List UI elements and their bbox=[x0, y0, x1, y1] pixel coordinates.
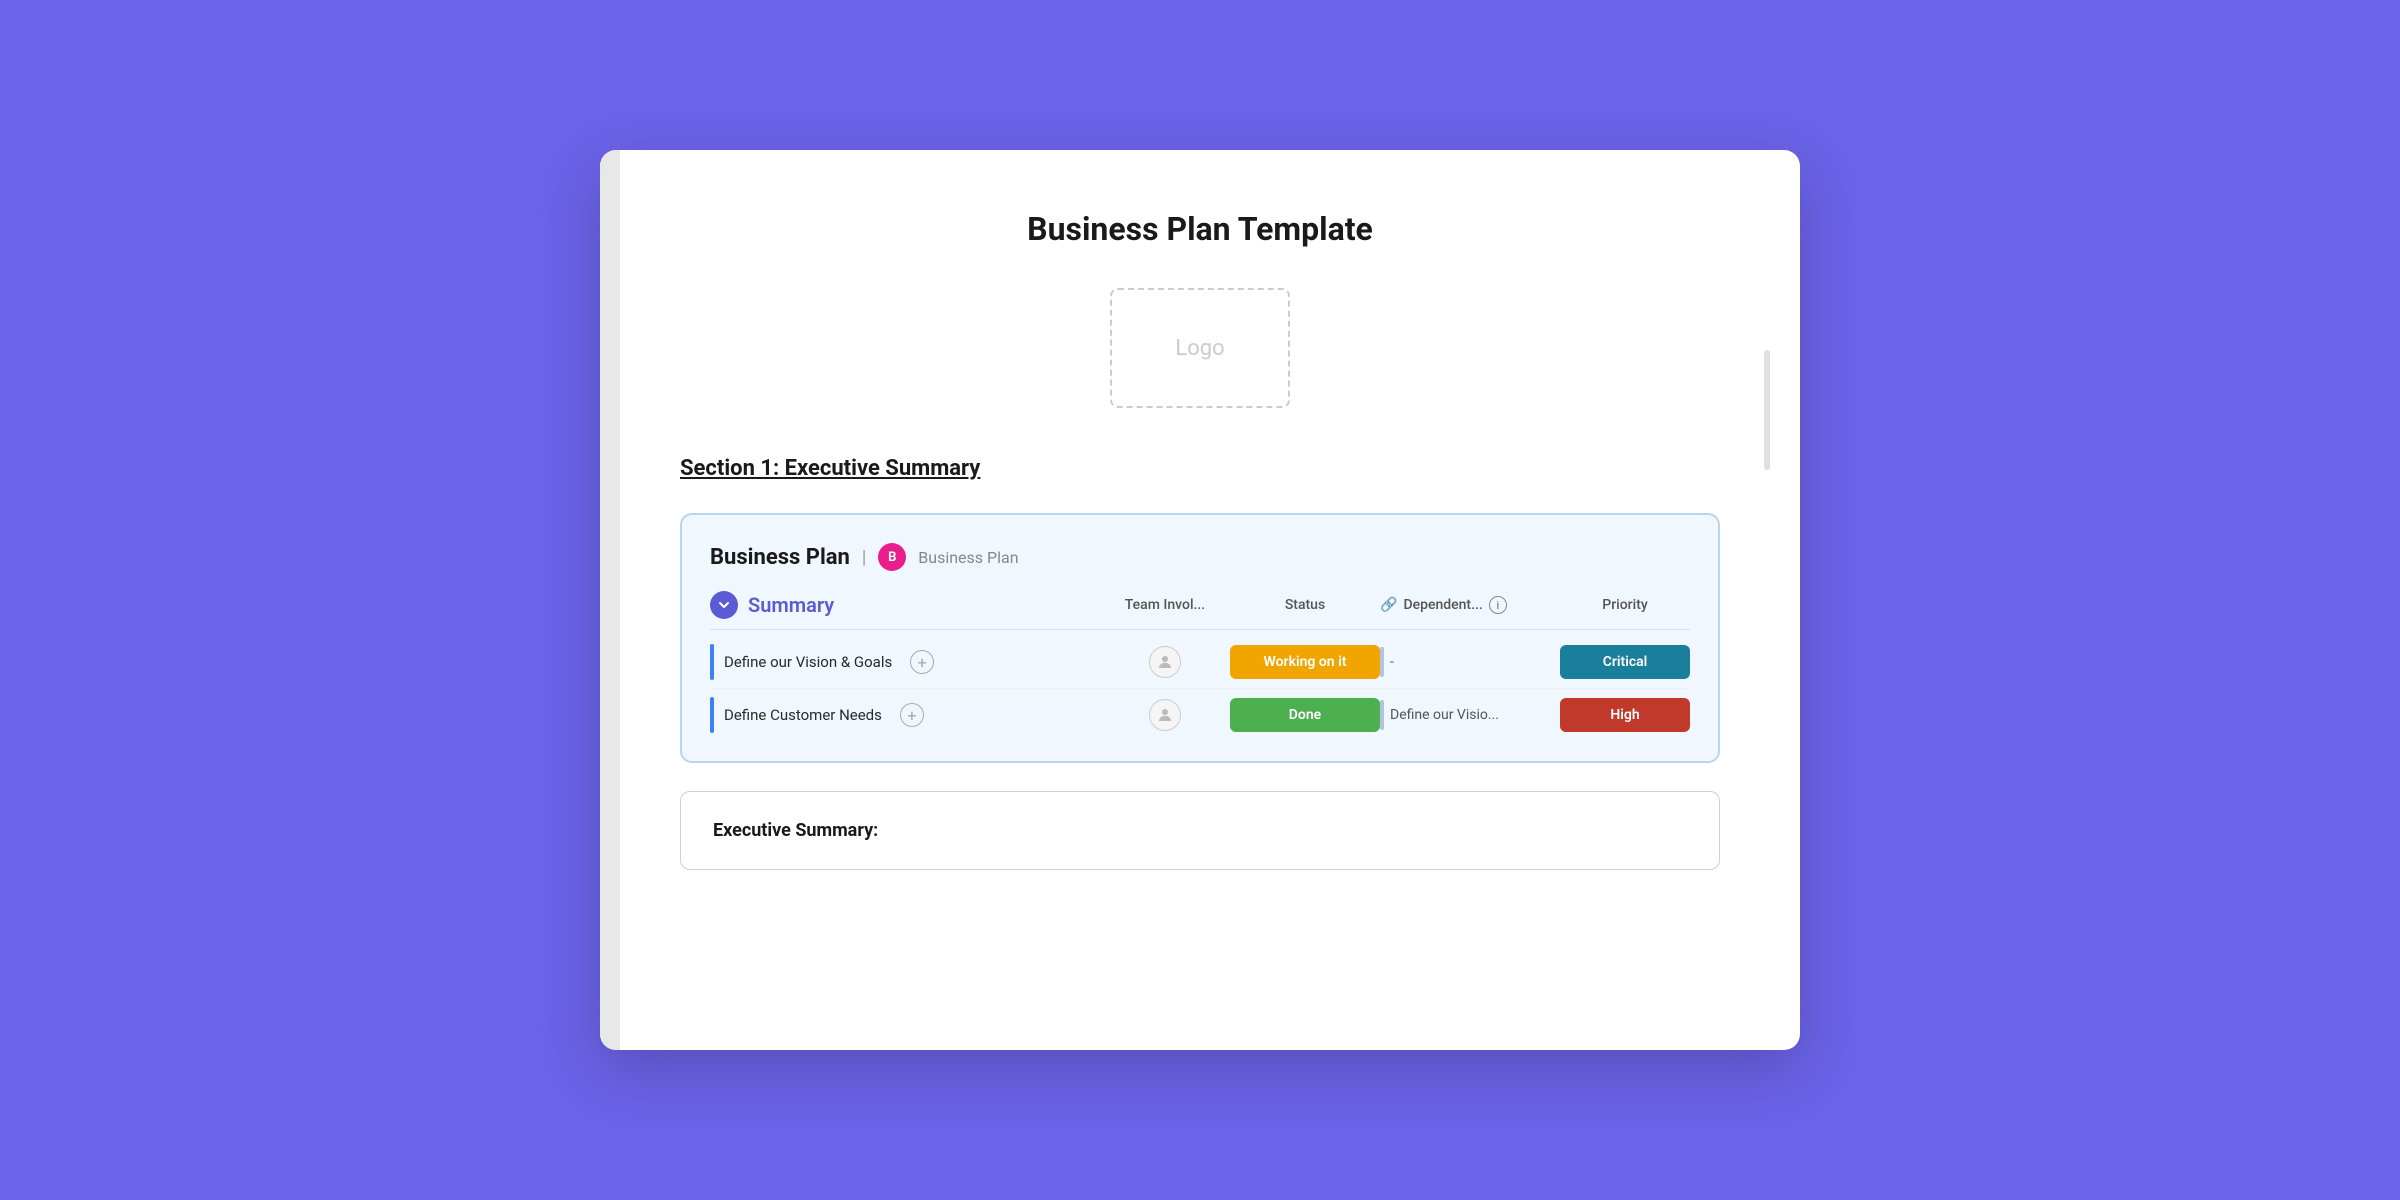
task-left-1: Define Customer Needs + bbox=[710, 697, 1100, 733]
logo-text: Logo bbox=[1175, 336, 1224, 361]
group-arrow-button[interactable] bbox=[710, 591, 738, 619]
task-color-bar-1 bbox=[710, 697, 714, 733]
link-icon: 🔗 bbox=[1380, 597, 1397, 613]
status-badge-1[interactable]: Done bbox=[1230, 698, 1380, 732]
task-row: Define our Vision & Goals + Working on i… bbox=[710, 636, 1690, 689]
add-subtask-button-0[interactable]: + bbox=[910, 650, 934, 674]
col-header-dependent-text: Dependent... bbox=[1403, 597, 1482, 613]
info-icon[interactable]: i bbox=[1489, 596, 1507, 614]
task-team-0 bbox=[1100, 646, 1230, 678]
task-left-0: Define our Vision & Goals + bbox=[710, 644, 1100, 680]
dep-bar-0 bbox=[1380, 647, 1384, 677]
executive-summary-box: Executive Summary: bbox=[680, 791, 1720, 870]
group-name: Summary bbox=[748, 593, 834, 617]
group-header: Summary bbox=[710, 591, 1100, 619]
user-icon-1 bbox=[1156, 706, 1174, 724]
board-badge: B bbox=[878, 543, 906, 571]
task-priority-col-0: Critical bbox=[1560, 645, 1690, 679]
board-header: Business Plan | B Business Plan bbox=[710, 543, 1690, 571]
page-container: Business Plan Template Logo Section 1: E… bbox=[600, 150, 1800, 1050]
task-name-0: Define our Vision & Goals bbox=[724, 653, 892, 671]
arrow-down-icon bbox=[718, 599, 730, 611]
task-dependent-col-1: Define our Visio... bbox=[1380, 700, 1560, 730]
page-title: Business Plan Template bbox=[680, 210, 1720, 248]
executive-summary-title: Executive Summary: bbox=[713, 820, 878, 841]
priority-badge-1[interactable]: High bbox=[1560, 698, 1690, 732]
dep-text-1: Define our Visio... bbox=[1390, 707, 1499, 723]
logo-placeholder[interactable]: Logo bbox=[1110, 288, 1290, 408]
task-team-1 bbox=[1100, 699, 1230, 731]
task-dependent-col-0: - bbox=[1380, 647, 1560, 677]
task-status-col-1: Done bbox=[1230, 698, 1380, 732]
section-heading: Section 1: Executive Summary bbox=[680, 456, 1720, 481]
table-header-row: Summary Team Invol... Status 🔗 Dependent… bbox=[710, 591, 1690, 630]
board-separator: | bbox=[862, 547, 866, 568]
dep-bar-1 bbox=[1380, 700, 1384, 730]
col-header-dependent: 🔗 Dependent... i bbox=[1380, 596, 1560, 614]
col-header-team: Team Invol... bbox=[1100, 597, 1230, 613]
board-subtitle: Business Plan bbox=[918, 548, 1018, 567]
col-header-priority: Priority bbox=[1560, 597, 1690, 613]
scroll-indicator bbox=[1764, 350, 1770, 470]
dep-text-0: - bbox=[1390, 654, 1394, 670]
status-badge-0[interactable]: Working on it bbox=[1230, 645, 1380, 679]
user-avatar-0[interactable] bbox=[1149, 646, 1181, 678]
task-priority-col-1: High bbox=[1560, 698, 1690, 732]
board-widget: Business Plan | B Business Plan Summary … bbox=[680, 513, 1720, 763]
task-rows: Define our Vision & Goals + Working on i… bbox=[710, 636, 1690, 741]
task-name-1: Define Customer Needs bbox=[724, 706, 882, 724]
task-color-bar-0 bbox=[710, 644, 714, 680]
col-header-status: Status bbox=[1230, 597, 1380, 613]
add-subtask-button-1[interactable]: + bbox=[900, 703, 924, 727]
task-status-col-0: Working on it bbox=[1230, 645, 1380, 679]
priority-badge-0[interactable]: Critical bbox=[1560, 645, 1690, 679]
user-avatar-1[interactable] bbox=[1149, 699, 1181, 731]
user-icon-0 bbox=[1156, 653, 1174, 671]
task-row: Define Customer Needs + Done Define our … bbox=[710, 689, 1690, 741]
board-title: Business Plan bbox=[710, 545, 850, 570]
